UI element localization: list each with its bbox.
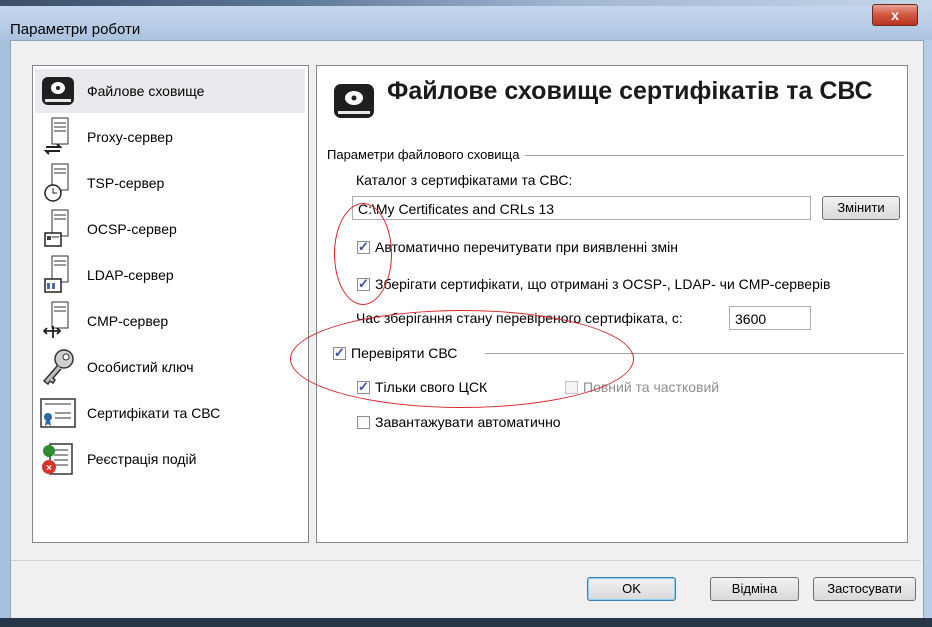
nav-item-event-log[interactable]: × Реєстрація подій <box>35 437 305 481</box>
footer-separator <box>11 560 921 561</box>
nav-label-certificates: Сертифікати та СВС <box>87 405 221 421</box>
nav-item-private-key[interactable]: Особистий ключ <box>35 345 305 389</box>
nav-label-tsp-server: TSP-сервер <box>87 175 165 191</box>
directory-label: Каталог з сертифікатами та СВС: <box>356 172 573 188</box>
nav-item-ldap-server[interactable]: LDAP-сервер <box>35 253 305 297</box>
title-bar-edge <box>0 0 932 6</box>
nav-label-event-log: Реєстрація подій <box>87 451 197 467</box>
close-button[interactable]: x <box>872 4 918 26</box>
window-title: Параметри роботи <box>10 21 141 38</box>
close-icon: x <box>891 7 899 23</box>
save-certs-label[interactable]: Зберігати сертифікати, що отримані з OCS… <box>375 276 830 292</box>
nav-label-cmp-server: CMP-сервер <box>87 313 169 329</box>
auto-download-label[interactable]: Завантажувати автоматично <box>375 414 561 430</box>
ocsp-server-icon <box>39 209 77 249</box>
certificate-icon <box>39 393 77 433</box>
auto-download-checkbox[interactable] <box>357 416 370 429</box>
apply-button[interactable]: Застосувати <box>813 577 916 601</box>
window-frame-left <box>0 40 10 627</box>
settings-nav-list[interactable]: Файлове сховище Proxy-сервер TSP-сервер … <box>32 65 309 543</box>
nav-item-certificates[interactable]: Сертифікати та СВС <box>35 391 305 435</box>
key-icon <box>39 347 77 387</box>
auto-reread-label[interactable]: Автоматично перечитувати при виявленні з… <box>375 239 678 255</box>
window-bottom-edge <box>0 618 932 627</box>
title-bar[interactable]: Параметри роботи x <box>0 0 932 40</box>
settings-panel <box>316 65 908 543</box>
proxy-server-icon <box>39 117 77 157</box>
cache-time-input[interactable]: 3600 <box>729 306 811 330</box>
nav-label-proxy-server: Proxy-сервер <box>87 129 173 145</box>
nav-label-file-storage: Файлове сховище <box>87 83 205 99</box>
ldap-server-icon <box>39 255 77 295</box>
change-directory-button[interactable]: Змінити <box>822 196 900 220</box>
event-log-icon: × <box>39 439 77 479</box>
nav-item-file-storage[interactable]: Файлове сховище <box>35 69 305 113</box>
nav-item-cmp-server[interactable]: CMP-сервер <box>35 299 305 343</box>
panel-title: Файлове сховище сертифікатів та СВС <box>387 77 873 105</box>
nav-label-ocsp-server: OCSP-сервер <box>87 221 177 237</box>
dialog-window: Параметри роботи x Файлове сховище Proxy… <box>0 0 932 627</box>
nav-item-ocsp-server[interactable]: OCSP-сервер <box>35 207 305 251</box>
svg-text:×: × <box>46 463 52 474</box>
annotation-ellipse-large <box>290 310 634 408</box>
ok-button[interactable]: OK <box>587 577 676 601</box>
nav-item-tsp-server[interactable]: TSP-сервер <box>35 161 305 205</box>
storage-group-label: Параметри файлового сховища <box>327 147 526 162</box>
panel-hard-drive-icon <box>332 80 376 122</box>
hard-drive-icon <box>39 71 77 111</box>
cmp-server-icon <box>39 301 77 341</box>
annotation-ellipse-small <box>334 203 392 305</box>
nav-label-ldap-server: LDAP-сервер <box>87 267 174 283</box>
directory-input[interactable]: C:\My Certificates and CRLs 13 <box>352 196 811 220</box>
nav-item-proxy-server[interactable]: Proxy-сервер <box>35 115 305 159</box>
nav-label-private-key: Особистий ключ <box>87 359 194 375</box>
tsp-server-icon <box>39 163 77 203</box>
cancel-button[interactable]: Відміна <box>710 577 799 601</box>
